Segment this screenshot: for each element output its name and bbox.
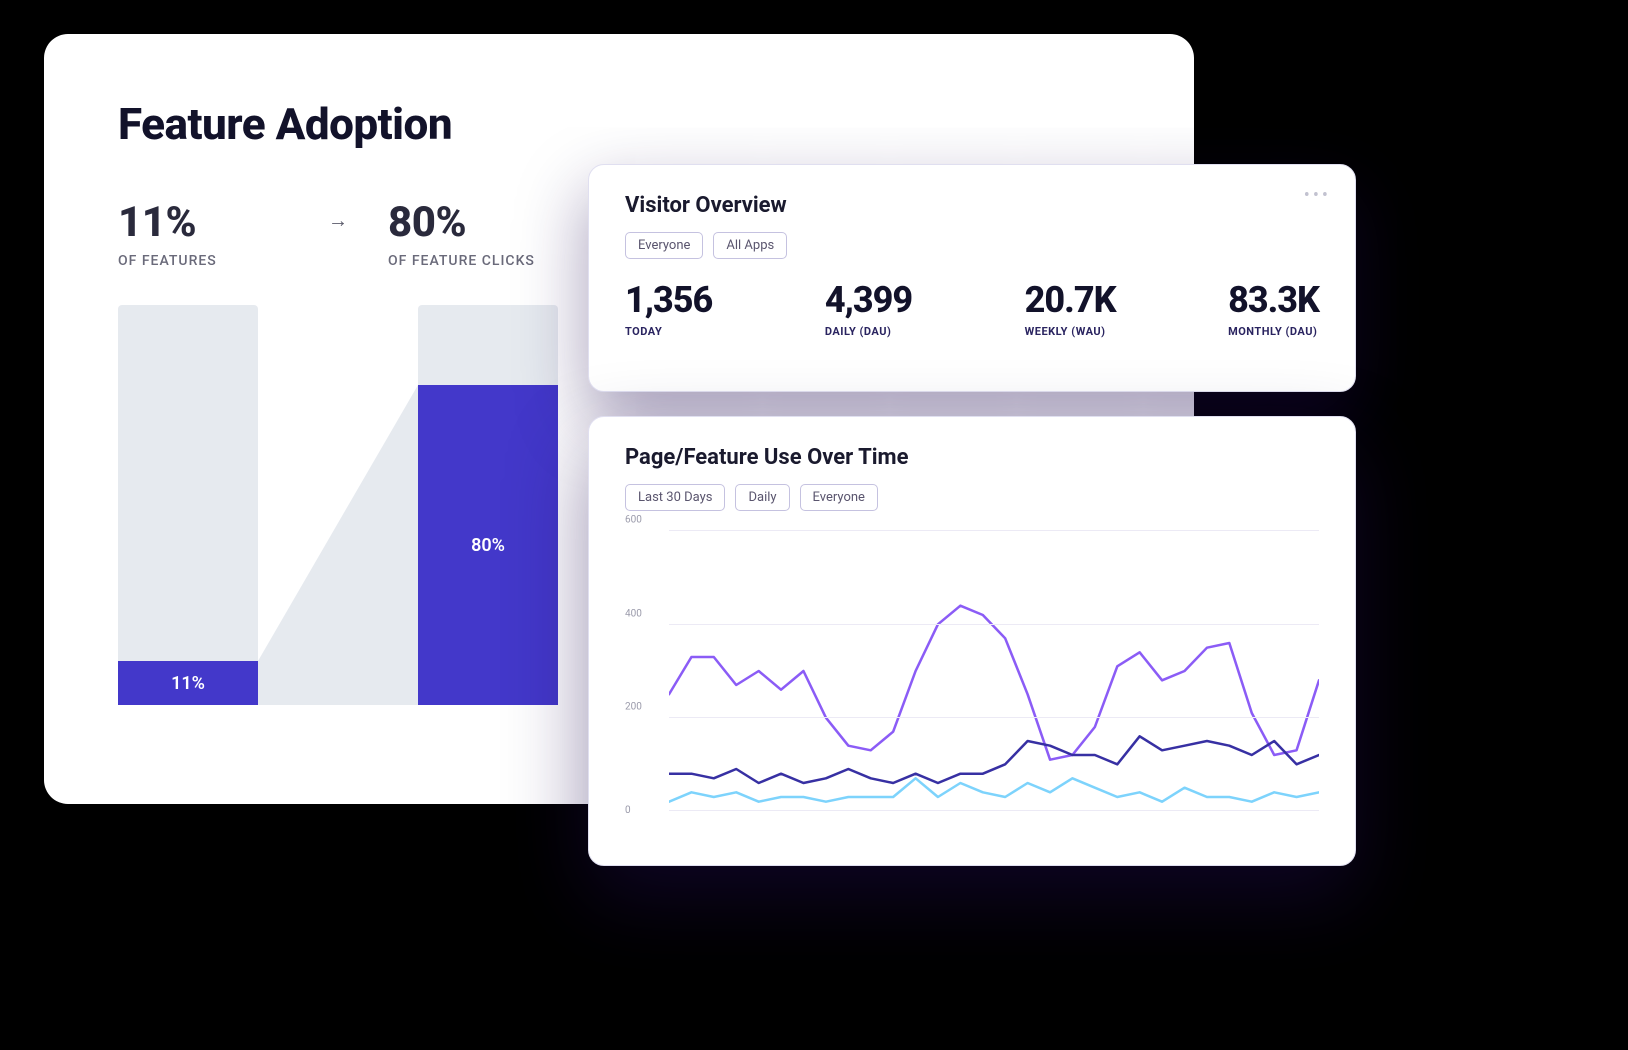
stat-mau-value: 83.3K: [1228, 279, 1319, 321]
feature-bar-left: 11%: [118, 305, 258, 705]
feature-pct-right-value: 80%: [388, 198, 558, 247]
stat-dau-label: DAILY (DAU): [825, 325, 912, 338]
visitor-overview-title: Visitor Overview: [625, 193, 1319, 218]
stat-wau-label: WEEKLY (WAU): [1025, 325, 1116, 338]
feature-pct-right: 80% OF FEATURE CLICKS: [388, 198, 558, 269]
stat-wau: 20.7K WEEKLY (WAU): [1025, 279, 1116, 338]
stat-mau: 83.3K MONTHLY (DAU): [1228, 279, 1319, 338]
visitor-overview-card: ••• Visitor Overview Everyone All Apps 1…: [588, 164, 1356, 392]
filter-everyone-chart[interactable]: Everyone: [800, 484, 878, 511]
feature-bar-right-label: 80%: [471, 535, 505, 556]
stat-dau: 4,399 DAILY (DAU): [825, 279, 912, 338]
feature-bar-right-fill: 80%: [418, 385, 558, 705]
filter-last-30-days[interactable]: Last 30 Days: [625, 484, 725, 511]
visitor-stats-row: 1,356 TODAY 4,399 DAILY (DAU) 20.7K WEEK…: [625, 279, 1319, 338]
filter-everyone[interactable]: Everyone: [625, 232, 703, 259]
feature-pct-right-label: OF FEATURE CLICKS: [388, 253, 558, 269]
feature-bar-right: 80%: [418, 305, 558, 705]
visitor-overview-filters: Everyone All Apps: [625, 232, 1319, 259]
usage-chart-filters: Last 30 Days Daily Everyone: [625, 484, 1319, 511]
stat-today-label: TODAY: [625, 325, 712, 338]
stat-today: 1,356 TODAY: [625, 279, 712, 338]
feature-bar-left-label: 11%: [171, 673, 205, 694]
filter-daily[interactable]: Daily: [735, 484, 789, 511]
ytick-0: 0: [625, 805, 631, 816]
feature-pct-left-label: OF FEATURES: [118, 253, 288, 269]
feature-adoption-title: Feature Adoption: [118, 98, 1120, 150]
usage-chart-title: Page/Feature Use Over Time: [625, 445, 1319, 470]
feature-pct-left: 11% OF FEATURES: [118, 198, 288, 269]
feature-bar-connector: [258, 305, 418, 705]
stat-today-value: 1,356: [625, 279, 712, 321]
ytick-400: 400: [625, 608, 642, 619]
usage-line-chart: [669, 531, 1319, 811]
stat-mau-label: MONTHLY (DAU): [1228, 325, 1319, 338]
feature-bar-left-fill: 11%: [118, 661, 258, 705]
stat-dau-value: 4,399: [825, 279, 912, 321]
feature-pct-left-value: 11%: [118, 198, 288, 247]
usage-chart-area: 0 200 400 600: [625, 531, 1319, 811]
ytick-200: 200: [625, 701, 642, 712]
usage-chart-card: Page/Feature Use Over Time Last 30 Days …: [588, 416, 1356, 866]
stat-wau-value: 20.7K: [1025, 279, 1116, 321]
usage-chart-plot: [669, 531, 1319, 811]
usage-chart-yaxis: 0 200 400 600: [625, 531, 661, 811]
ytick-600: 600: [625, 515, 642, 526]
more-options-icon[interactable]: •••: [1304, 185, 1331, 206]
filter-all-apps[interactable]: All Apps: [713, 232, 787, 259]
arrow-right-icon: →: [318, 198, 358, 233]
feature-adoption-bars: 11% 80%: [118, 305, 558, 705]
